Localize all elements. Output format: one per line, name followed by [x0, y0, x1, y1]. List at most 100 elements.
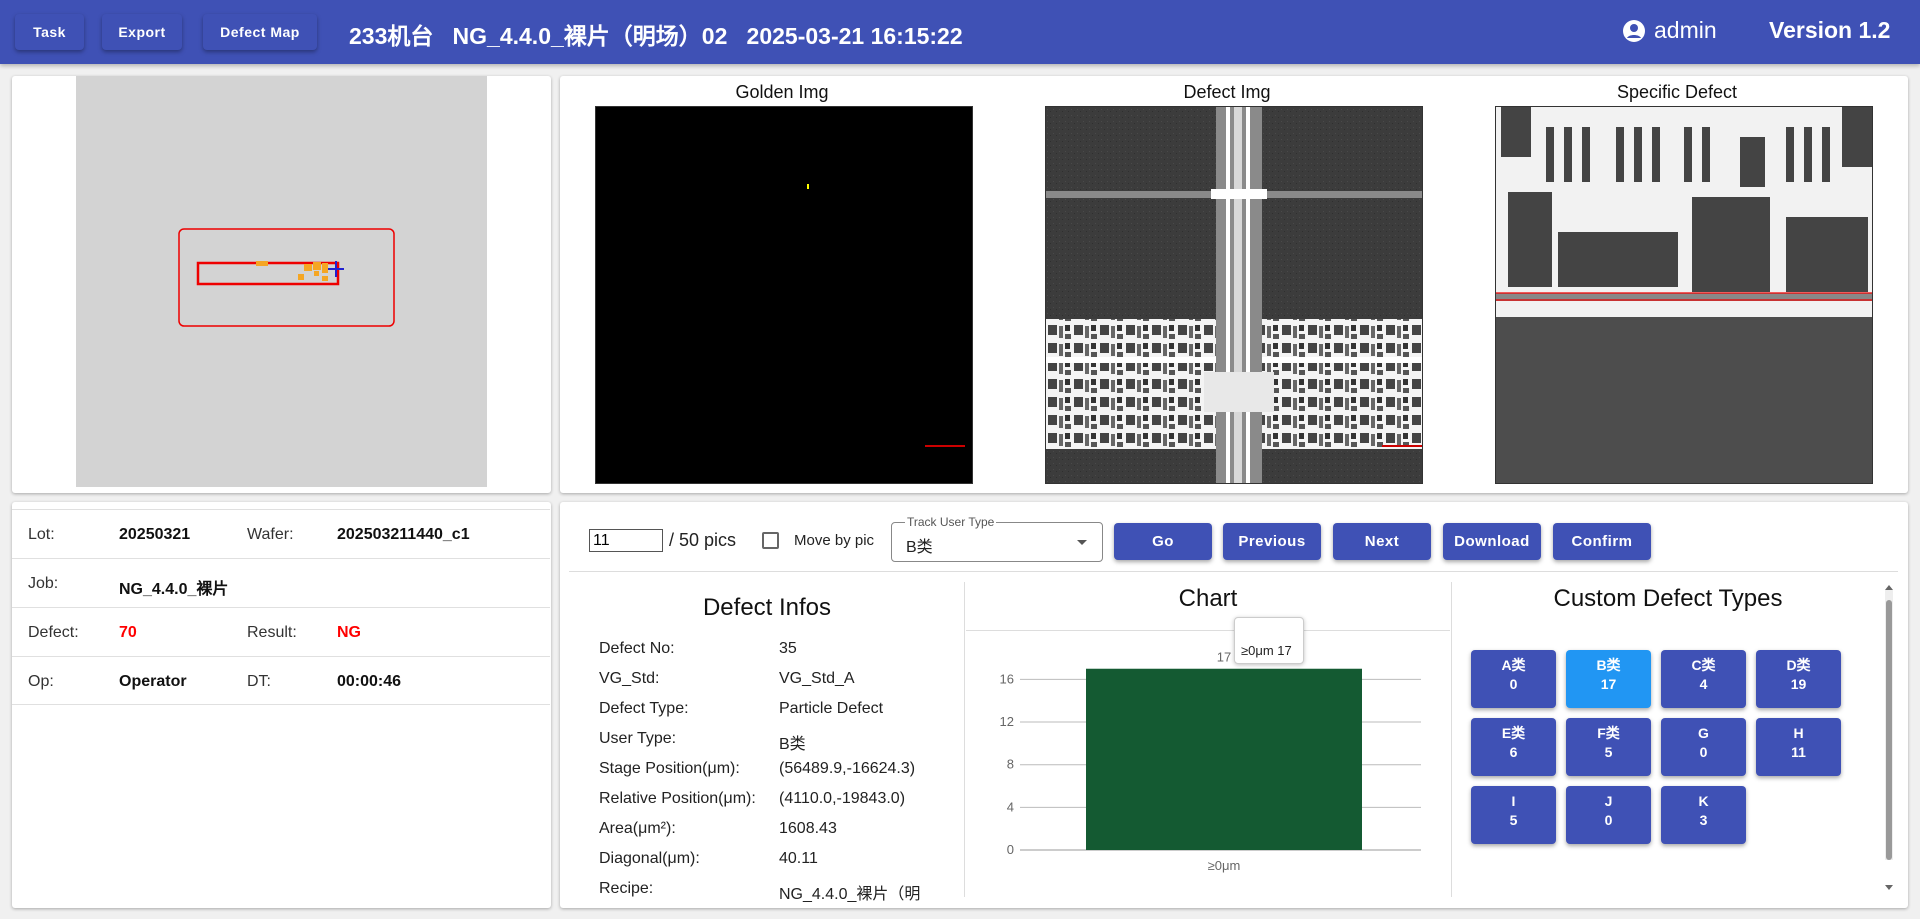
export-button[interactable]: Export — [102, 14, 182, 50]
previous-button[interactable]: Previous — [1223, 523, 1321, 560]
chart-bar — [1086, 668, 1362, 850]
defect-info-value: NG_4.4.0_裸片（明 — [779, 886, 921, 903]
y-tick-label: 12 — [1000, 714, 1014, 729]
defect-type-count: 11 — [1791, 744, 1806, 760]
defect-img-title: Defect Img — [1183, 82, 1271, 102]
defect-size-chart[interactable]: 16 12 8 4 0 17 ≥0μm — [966, 632, 1450, 896]
defect-label: Defect: — [28, 624, 79, 641]
pic-index-input[interactable] — [589, 529, 663, 552]
divider — [966, 630, 1450, 631]
dt-label: DT: — [247, 673, 271, 690]
info-row-lot: Lot: 20250321 Wafer: 202503211440_c1 — [12, 509, 550, 558]
info-row-defect: Defect: 70 Result: NG — [12, 607, 550, 656]
defect-type-count: 0 — [1509, 676, 1518, 692]
defect-info-label: Defect Type: — [599, 700, 689, 717]
defect-type-button[interactable]: H 11 — [1756, 718, 1841, 776]
defect-type-name: C类 — [1691, 657, 1716, 673]
die-region-outline — [178, 228, 395, 327]
bar-data-label: 17 — [1217, 650, 1231, 665]
golden-image[interactable] — [595, 106, 973, 484]
defect-info-label: Defect No: — [599, 640, 675, 657]
lot-label: Lot: — [28, 526, 55, 543]
defect-type-name: J — [1604, 793, 1613, 809]
x-tick-label: ≥0μm — [1208, 858, 1241, 873]
next-button[interactable]: Next — [1333, 523, 1431, 560]
defect-type-button[interactable]: D类 19 — [1756, 650, 1841, 708]
lot-value: 20250321 — [119, 526, 191, 543]
defect-marker — [304, 264, 312, 271]
defect-type-name: K — [1698, 793, 1709, 809]
defect-marker — [298, 274, 304, 280]
defect-info-label: Diagonal(μm): — [599, 850, 700, 867]
version-label: Version 1.2 — [1769, 17, 1891, 43]
defect-type-count: 0 — [1699, 744, 1708, 760]
scroll-up-icon[interactable] — [1885, 585, 1893, 590]
defect-type-name: D类 — [1786, 657, 1811, 673]
op-label: Op: — [28, 673, 54, 690]
chart-tooltip-text: ≥0μm 17 — [1241, 643, 1292, 658]
defect-type-button[interactable]: F类 5 — [1566, 718, 1651, 776]
defect-type-name: G — [1698, 725, 1709, 741]
defect-marker — [322, 276, 328, 281]
defect-type-button[interactable]: C类 4 — [1661, 650, 1746, 708]
defect-type-count: 6 — [1509, 744, 1518, 760]
defect-info-label: Recipe: — [599, 880, 654, 897]
defect-map-button[interactable]: Defect Map — [203, 14, 317, 50]
defect-type-name: F类 — [1597, 725, 1620, 741]
y-tick-label: 4 — [1007, 799, 1014, 814]
defect-infos-title: Defect Infos — [702, 594, 832, 621]
defect-type-count: 0 — [1604, 812, 1613, 828]
defect-type-name: I — [1511, 793, 1516, 809]
move-by-pic-checkbox[interactable] — [762, 532, 779, 549]
task-button[interactable]: Task — [15, 14, 84, 50]
scrollbar-thumb[interactable] — [1886, 600, 1892, 860]
defect-image[interactable] — [1045, 106, 1423, 484]
job-value: NG_4.4.0_裸片 — [119, 581, 229, 598]
scroll-down-icon[interactable] — [1885, 885, 1893, 890]
divider — [1451, 582, 1452, 897]
defect-info-label: User Type: — [599, 730, 677, 747]
defect-type-name: E类 — [1501, 725, 1526, 741]
confirm-button[interactable]: Confirm — [1553, 523, 1651, 560]
defect-type-count: 5 — [1604, 744, 1613, 760]
defect-type-button[interactable]: A类 0 — [1471, 650, 1556, 708]
top-app-bar: Task Export Defect Map 233机台 NG_4.4.0_裸片… — [0, 0, 1920, 64]
y-tick-label: 8 — [1007, 757, 1014, 772]
job-label: Job: — [28, 575, 59, 592]
specific-defect-image[interactable] — [1495, 106, 1873, 484]
dt-value: 00:00:46 — [337, 673, 402, 690]
defect-marker — [314, 271, 319, 276]
info-row-op: Op: Operator DT: 00:00:46 — [12, 656, 550, 705]
defect-type-button[interactable]: I5 — [1471, 786, 1556, 844]
defect-type-button[interactable]: G0 — [1661, 718, 1746, 776]
defect-type-count: 17 — [1600, 676, 1617, 692]
defect-info-value: B类 — [779, 736, 806, 753]
y-tick-label: 0 — [1007, 842, 1014, 857]
defect-type-name: A类 — [1501, 657, 1526, 673]
defect-type-button[interactable]: K3 — [1661, 786, 1746, 844]
defect-type-button[interactable]: B类 17 — [1566, 650, 1651, 708]
wafer-map-overlay — [178, 228, 395, 327]
page-title: 233机台 NG_4.4.0_裸片（明场）02 2025-03-21 16:15… — [349, 23, 963, 49]
divider — [569, 571, 1898, 572]
defect-info-value: VG_Std_A — [779, 670, 855, 687]
defect-type-name: B类 — [1596, 657, 1621, 673]
defect-type-count: 19 — [1790, 676, 1807, 692]
defect-type-count: 3 — [1699, 812, 1708, 828]
user-menu[interactable]: admin — [1622, 17, 1717, 44]
defect-info-value: 40.11 — [779, 850, 818, 867]
defect-marker — [313, 262, 321, 270]
defect-type-name: H — [1793, 725, 1804, 741]
download-button[interactable]: Download — [1443, 523, 1541, 560]
golden-img-title: Golden Img — [735, 82, 829, 102]
defect-type-button[interactable]: E类 6 — [1471, 718, 1556, 776]
result-label: Result: — [247, 624, 297, 641]
defect-marker — [807, 184, 809, 189]
defect-type-button[interactable]: J0 — [1566, 786, 1651, 844]
track-user-type-value: B类 — [906, 539, 933, 556]
go-button[interactable]: Go — [1114, 523, 1212, 560]
defect-info-label: Area(μm²): — [599, 820, 676, 837]
defect-info-label: Stage Position(μm): — [599, 760, 740, 777]
username: admin — [1654, 17, 1717, 43]
defect-info-label: VG_Std: — [599, 670, 660, 687]
